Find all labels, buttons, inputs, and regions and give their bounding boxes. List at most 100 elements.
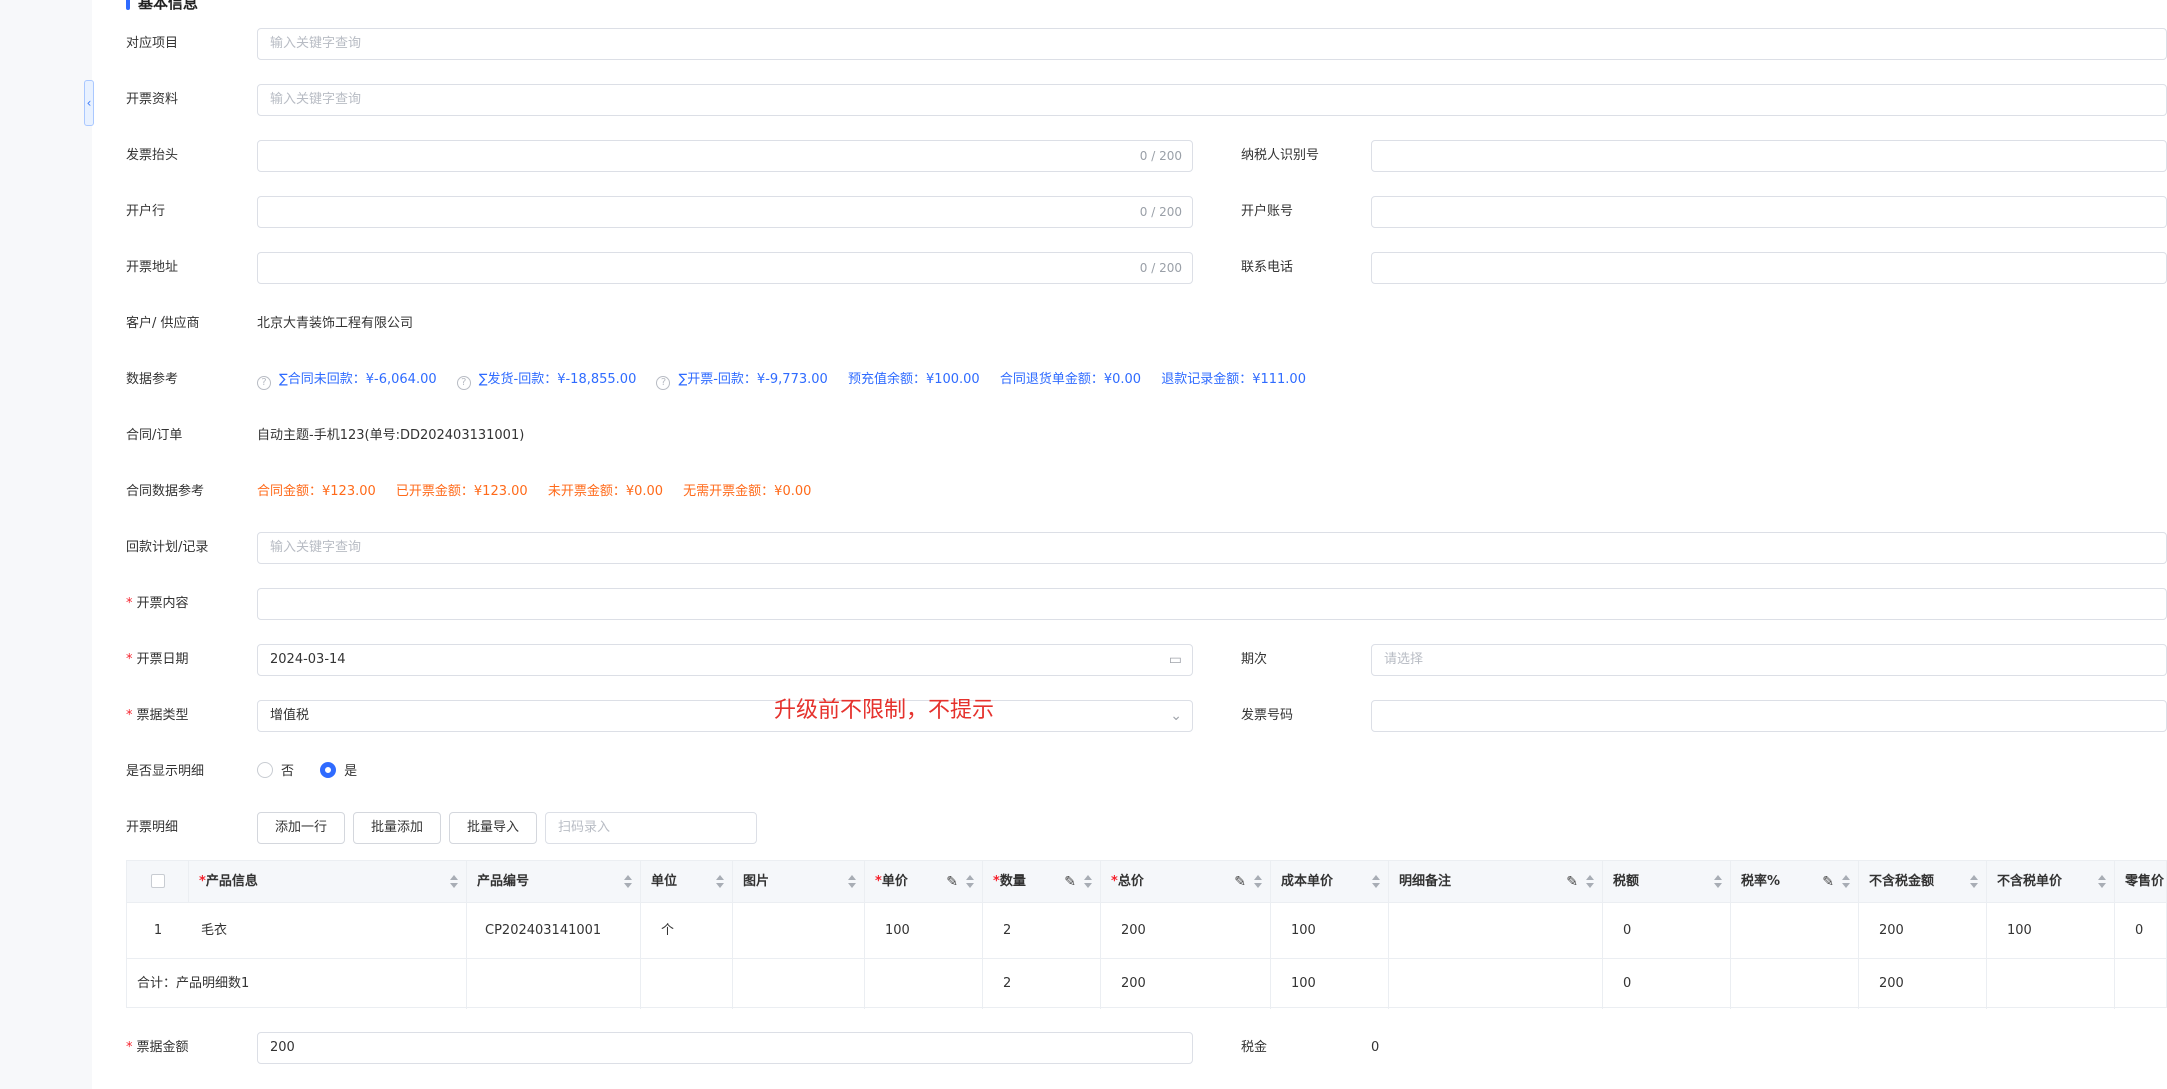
radio-yes[interactable]: 是 bbox=[320, 756, 357, 788]
row-content: * 开票内容 bbox=[92, 588, 2167, 620]
header-cost-price[interactable]: 成本单价 bbox=[1271, 861, 1389, 902]
help-icon[interactable]: ? bbox=[257, 376, 271, 390]
total-label: 合计：产品明细数1 bbox=[127, 959, 467, 1009]
label-contract-ref: 合同数据参考 bbox=[126, 484, 205, 499]
row-contract: 合同/订单 自动主题-手机123(单号:DD202403131001) bbox=[92, 420, 2167, 452]
header-product-info[interactable]: *产品信息 bbox=[189, 861, 467, 902]
header-unit[interactable]: 单位 bbox=[641, 861, 733, 902]
label-phone: 联系电话 bbox=[1241, 260, 1294, 275]
sort-icon bbox=[716, 875, 724, 889]
invoice-address-input[interactable]: 0 / 200 bbox=[257, 252, 1193, 284]
help-icon[interactable]: ? bbox=[656, 376, 671, 390]
header-retail-price[interactable]: 零售价 bbox=[2115, 861, 2167, 902]
label-ticket-type: * 票据类型 bbox=[126, 708, 189, 723]
row-invoice-profile: 开票资料 输入关键字查询 bbox=[92, 84, 2167, 116]
row-data-ref: 数据参考 ? ∑合同未回款：¥-6,064.00 ? ∑发货-回款：¥-18,855… bbox=[92, 364, 2167, 396]
batch-add-button[interactable]: 批量添加 bbox=[353, 812, 441, 844]
cell-unit-price[interactable]: 100 bbox=[865, 903, 983, 958]
label-taxpayer-id: 纳税人识别号 bbox=[1241, 148, 1320, 163]
header-tax[interactable]: 税额 bbox=[1603, 861, 1731, 902]
edit-icon[interactable]: ✎ bbox=[946, 861, 958, 902]
label-tax: 税金 bbox=[1241, 1040, 1268, 1055]
char-counter: 0 / 200 bbox=[1139, 261, 1182, 275]
amount-input[interactable]: 200 bbox=[257, 1032, 1193, 1064]
taxpayer-id-input[interactable] bbox=[1371, 140, 2167, 172]
data-ref-item: ? ∑发货-回款：¥-18,855.00 bbox=[456, 372, 636, 390]
sort-icon bbox=[1714, 875, 1722, 889]
row-ticket-type: * 票据类型 增值税 ⌄ 发票号码 bbox=[92, 700, 2167, 732]
header-amount-excl-tax[interactable]: 不含税金额 bbox=[1859, 861, 1987, 902]
cell-tax-rate[interactable] bbox=[1731, 903, 1859, 958]
header-tax-rate[interactable]: 税率% ✎ bbox=[1731, 861, 1859, 902]
cell-cost-price: 100 bbox=[1271, 903, 1389, 958]
cell-total[interactable]: 200 bbox=[1101, 903, 1271, 958]
char-counter: 0 / 200 bbox=[1139, 149, 1182, 163]
header-price-excl-tax[interactable]: 不含税单价 bbox=[1987, 861, 2115, 902]
header-select-all bbox=[127, 861, 189, 902]
calendar-icon: ▭ bbox=[1168, 652, 1182, 668]
row-contract-ref: 合同数据参考 合同金额：¥123.00 已开票金额：¥123.00 未开票金额：… bbox=[92, 476, 2167, 508]
chevron-left-icon: ‹ bbox=[86, 96, 92, 110]
edit-icon[interactable]: ✎ bbox=[1566, 861, 1578, 902]
edit-icon[interactable]: ✎ bbox=[1822, 861, 1834, 902]
cell-remark[interactable] bbox=[1389, 903, 1603, 958]
scan-input[interactable]: 扫码录入 bbox=[545, 812, 757, 844]
cell-product-info[interactable]: 毛衣 bbox=[189, 903, 467, 958]
left-gutter bbox=[0, 0, 92, 1089]
sort-icon bbox=[848, 875, 856, 889]
row-amount: * 票据金额 200 税金 0 bbox=[92, 1032, 2167, 1064]
invoice-title-input[interactable]: 0 / 200 bbox=[257, 140, 1193, 172]
label-date: * 开票日期 bbox=[126, 652, 189, 667]
batch-import-button[interactable]: 批量导入 bbox=[449, 812, 537, 844]
project-input[interactable]: 输入关键字查询 bbox=[257, 28, 2167, 60]
contract-ref-item: 合同金额：¥123.00 bbox=[257, 484, 376, 499]
cell-retail-price: 0 bbox=[2135, 923, 2144, 938]
header-unit-price[interactable]: *单价 ✎ bbox=[865, 861, 983, 902]
invoice-profile-input[interactable]: 输入关键字查询 bbox=[257, 84, 2167, 116]
edit-icon[interactable]: ✎ bbox=[1234, 861, 1246, 902]
sort-icon bbox=[1970, 875, 1978, 889]
table-total-row: 合计：产品明细数1 2 200 100 0 200 bbox=[127, 959, 2166, 1009]
select-all-checkbox[interactable] bbox=[150, 874, 165, 888]
header-image[interactable]: 图片 bbox=[733, 861, 865, 902]
total-empty bbox=[1389, 959, 1603, 1009]
sort-icon bbox=[1254, 875, 1262, 889]
total-quantity: 2 bbox=[983, 959, 1101, 1009]
period-select[interactable]: 请选择 bbox=[1371, 644, 2167, 676]
invoice-no-input[interactable] bbox=[1371, 700, 2167, 732]
header-total[interactable]: *总价 ✎ bbox=[1101, 861, 1271, 902]
account-input[interactable] bbox=[1371, 196, 2167, 228]
help-icon[interactable]: ? bbox=[456, 376, 471, 390]
contract-ref-line: 合同金额：¥123.00 已开票金额：¥123.00 未开票金额：¥0.00 无… bbox=[257, 476, 827, 508]
header-remark[interactable]: 明细备注 ✎ bbox=[1389, 861, 1603, 902]
contract-ref-item: 已开票金额：¥123.00 bbox=[395, 484, 528, 499]
row-invoice-address: 开票地址 0 / 200 联系电话 bbox=[92, 252, 2167, 284]
content-input[interactable] bbox=[257, 588, 2167, 620]
contract-ref-item: 未开票金额：¥0.00 bbox=[547, 484, 664, 499]
radio-no[interactable]: 否 bbox=[257, 756, 294, 788]
sort-icon bbox=[1842, 875, 1850, 889]
total-empty bbox=[865, 959, 983, 1009]
edit-icon[interactable]: ✎ bbox=[1064, 861, 1076, 902]
header-product-code[interactable]: 产品编号 bbox=[467, 861, 641, 902]
ticket-type-select[interactable]: 增值税 ⌄ bbox=[257, 700, 1193, 732]
sort-icon bbox=[450, 875, 458, 889]
total-empty bbox=[467, 959, 641, 1009]
add-row-button[interactable]: 添加一行 bbox=[257, 812, 345, 844]
label-invoice-address: 开票地址 bbox=[126, 260, 179, 275]
cell-quantity[interactable]: 2 bbox=[983, 903, 1101, 958]
phone-input[interactable] bbox=[1371, 252, 2167, 284]
payment-plan-input[interactable]: 输入关键字查询 bbox=[257, 532, 2167, 564]
data-ref-line: ? ∑合同未回款：¥-6,064.00 ? ∑发货-回款：¥-18,855.00 ?… bbox=[257, 364, 1322, 396]
annotation-text: 升级前不限制，不提示 bbox=[774, 698, 995, 723]
row-bank: 开户行 0 / 200 开户账号 bbox=[92, 196, 2167, 228]
label-payment-plan: 回款计划/记录 bbox=[126, 540, 209, 555]
header-quantity[interactable]: *数量 ✎ bbox=[983, 861, 1101, 902]
bank-input[interactable]: 0 / 200 bbox=[257, 196, 1193, 228]
data-ref-item: 退款记录金额：¥111.00 bbox=[1161, 372, 1306, 387]
label-period: 期次 bbox=[1241, 652, 1268, 667]
date-picker[interactable]: 2024-03-14 ▭ bbox=[257, 644, 1193, 676]
label-data-ref: 数据参考 bbox=[126, 372, 179, 387]
row-date: * 开票日期 2024-03-14 ▭ 期次 请选择 bbox=[92, 644, 2167, 676]
total-empty bbox=[733, 959, 865, 1009]
